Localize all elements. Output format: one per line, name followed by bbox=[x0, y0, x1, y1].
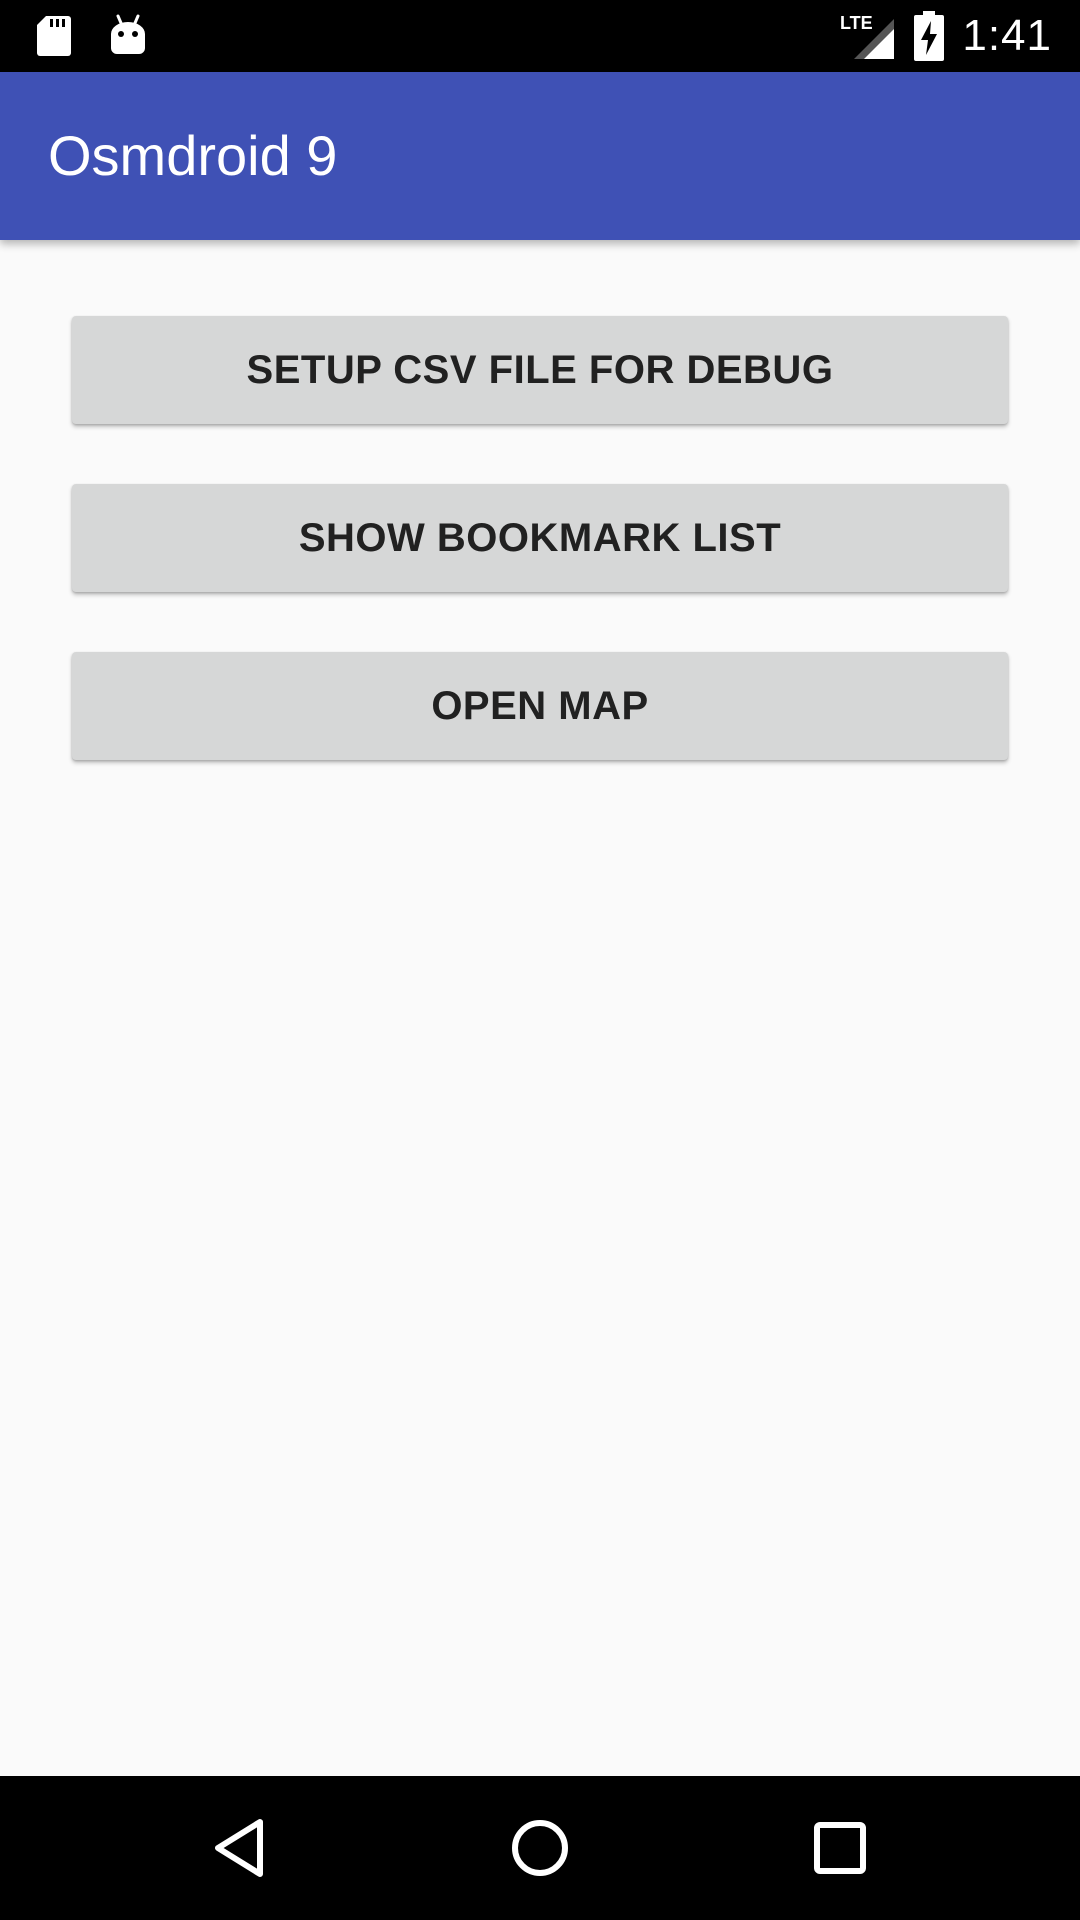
show-bookmark-list-button[interactable]: SHOW BOOKMARK LIST bbox=[72, 484, 1008, 592]
status-bar: LTE 1:41 bbox=[0, 0, 1080, 72]
battery-charging-icon bbox=[914, 11, 945, 61]
android-debug-icon bbox=[108, 14, 148, 58]
app-title: Osmdroid 9 bbox=[48, 124, 338, 187]
open-map-button[interactable]: OPEN MAP bbox=[72, 652, 1008, 760]
svg-text:LTE: LTE bbox=[840, 13, 873, 33]
back-icon[interactable] bbox=[204, 1812, 276, 1884]
sd-card-icon bbox=[36, 14, 72, 58]
status-bar-notifications bbox=[36, 12, 148, 60]
setup-csv-button[interactable]: SETUP CSV FILE FOR DEBUG bbox=[72, 316, 1008, 424]
home-icon[interactable] bbox=[504, 1812, 576, 1884]
status-bar-system: LTE 1:41 bbox=[840, 0, 1052, 72]
app-bar: Osmdroid 9 bbox=[0, 72, 1080, 240]
recents-icon[interactable] bbox=[804, 1812, 876, 1884]
main-content: SETUP CSV FILE FOR DEBUG SHOW BOOKMARK L… bbox=[0, 240, 1080, 1776]
navigation-bar bbox=[0, 1776, 1080, 1920]
lte-signal-icon: LTE bbox=[840, 11, 896, 61]
status-time: 1:41 bbox=[962, 11, 1052, 60]
